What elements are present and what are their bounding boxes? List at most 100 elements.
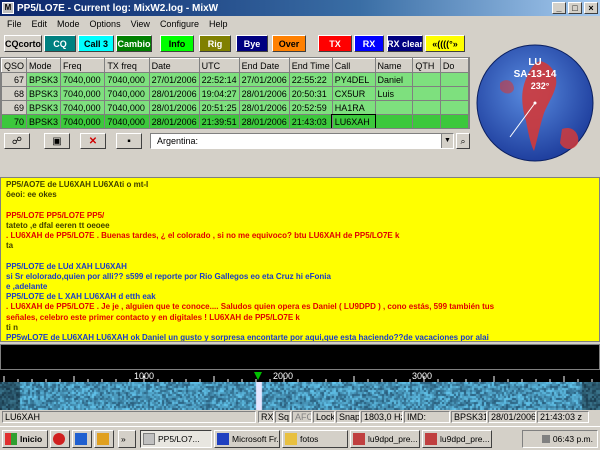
country-field[interactable]: Argentina: ▼ (150, 133, 454, 149)
table-cell[interactable]: 68 (1, 86, 28, 101)
table-cell[interactable] (439, 72, 469, 87)
menu-configure[interactable]: Configure (155, 19, 204, 29)
table-cell[interactable] (439, 100, 469, 115)
table-cell[interactable] (439, 114, 469, 128)
taskbar-clock[interactable]: 06:43 p.m. (553, 434, 593, 444)
taskbar-item-mixw[interactable]: PP5/LO7... (140, 430, 212, 448)
table-cell[interactable] (412, 72, 441, 87)
table-cell[interactable]: BPSK3 (26, 72, 62, 87)
table-cell[interactable]: 7040,000 (104, 86, 150, 101)
tx-button[interactable]: TX (318, 35, 352, 52)
table-cell[interactable]: 28/01/2006 (238, 114, 290, 128)
menu-options[interactable]: Options (85, 19, 126, 29)
table-cell[interactable]: 67 (1, 72, 28, 87)
table-cell[interactable] (439, 86, 469, 101)
table-cell[interactable] (412, 100, 441, 115)
column-header[interactable]: Name (374, 58, 414, 73)
disk-icon[interactable]: ▪ (116, 133, 142, 149)
close-button[interactable]: × (584, 2, 598, 14)
maximize-button[interactable]: □ (568, 2, 582, 14)
quicklaunch-outlook-icon[interactable] (94, 430, 114, 448)
macro-tune-button[interactable]: «((((°» (425, 35, 465, 52)
column-header[interactable]: Do (439, 58, 469, 73)
macro-call3-button[interactable]: Call 3 (78, 35, 114, 52)
table-cell[interactable]: 22:52:14 (198, 72, 240, 87)
table-cell[interactable]: 22:55:22 (288, 72, 333, 87)
table-cell[interactable]: 70 (1, 114, 28, 128)
quicklaunch-ie-icon[interactable] (50, 430, 70, 448)
table-cell[interactable] (412, 86, 441, 101)
table-cell[interactable]: 28/01/2006 (238, 86, 290, 101)
table-cell[interactable]: 7040,000 (60, 72, 106, 87)
delete-icon[interactable]: ✕ (80, 133, 106, 149)
lookup-icon[interactable]: ☍ (4, 133, 30, 149)
menu-edit[interactable]: Edit (27, 19, 53, 29)
status-snap[interactable]: Snap (336, 411, 360, 423)
status-rx[interactable]: RX (258, 411, 274, 423)
menu-help[interactable]: Help (204, 19, 233, 29)
taskbar-item-image1[interactable]: lu9dpd_pre... (350, 430, 420, 448)
speaker-icon[interactable] (541, 435, 550, 443)
receive-text-window[interactable]: PP5/AO7E de LU6XAH LU6XAti o mt-I ôeoi: e… (0, 177, 600, 342)
table-cell[interactable]: Daniel (374, 72, 414, 87)
start-button[interactable]: Inicio (2, 430, 48, 448)
quicklaunch-more-icon[interactable]: » (118, 430, 136, 448)
save-qso-icon[interactable]: ▣ (44, 133, 70, 149)
status-squelch[interactable]: Sq (275, 411, 291, 423)
table-cell[interactable] (374, 100, 414, 115)
waterfall-display[interactable] (0, 382, 600, 410)
table-cell[interactable]: LU6XAH (331, 113, 377, 128)
table-cell[interactable] (374, 114, 414, 128)
waterfall-canvas[interactable] (0, 382, 600, 410)
table-cell[interactable]: 28/01/2006 (148, 100, 200, 115)
table-cell[interactable]: PY4DEL (331, 72, 376, 87)
column-header[interactable]: Mode (26, 58, 62, 73)
table-cell[interactable]: 20:50:31 (288, 86, 333, 101)
table-cell[interactable]: 20:52:59 (288, 100, 333, 115)
status-afc[interactable]: AFC (292, 411, 312, 423)
table-cell[interactable]: 20:51:25 (198, 100, 240, 115)
table-cell[interactable]: 7040,000 (104, 114, 150, 128)
chevron-down-icon[interactable]: ▼ (441, 134, 453, 148)
table-cell[interactable]: 28/01/2006 (148, 86, 200, 101)
column-header[interactable]: End Date (238, 58, 290, 73)
minimize-button[interactable]: _ (552, 2, 566, 14)
table-cell[interactable]: 19:04:27 (198, 86, 240, 101)
column-header[interactable]: QTH (412, 58, 441, 73)
rx-clear-button[interactable]: RX clear (387, 35, 423, 52)
table-cell[interactable]: 7040,000 (104, 72, 150, 87)
table-row[interactable]: 68 BPSK3 7040,000 7040,000 28/01/2006 19:04:2… (1, 86, 469, 101)
table-row[interactable]: 67 BPSK3 7040,000 7040,000 27/01/2006 22:52:1… (1, 72, 469, 87)
table-cell[interactable]: 69 (1, 100, 28, 115)
table-cell[interactable]: 21:39:51 (198, 114, 240, 128)
table-cell[interactable]: Luis (374, 86, 414, 101)
macro-cq-button[interactable]: CQ (44, 35, 76, 52)
table-cell[interactable]: 28/01/2006 (148, 114, 200, 128)
column-header[interactable]: TX freq (104, 58, 150, 73)
table-cell[interactable]: 27/01/2006 (238, 72, 290, 87)
table-cell[interactable]: 7040,000 (60, 100, 106, 115)
menu-mode[interactable]: Mode (52, 19, 85, 29)
search-icon[interactable]: ⌕ (456, 133, 470, 149)
macro-cqcorto-button[interactable]: CQcorto (4, 35, 42, 52)
column-header[interactable]: End Time (288, 58, 333, 73)
column-header[interactable]: Date (148, 58, 200, 73)
status-lock[interactable]: Lock (313, 411, 335, 423)
table-cell[interactable]: CX5UR (331, 86, 376, 101)
macro-cambio-button[interactable]: Cambio (116, 35, 152, 52)
app-icon[interactable]: M (2, 2, 14, 14)
log-table[interactable]: QSO Mode Freq TX freq Date UTC End Date End Tim… (0, 57, 470, 129)
column-header[interactable]: UTC (198, 58, 240, 73)
table-cell[interactable]: BPSK3 (26, 114, 62, 128)
table-cell[interactable]: 7040,000 (60, 114, 106, 128)
macro-rig-button[interactable]: Rig (199, 35, 231, 52)
menu-view[interactable]: View (126, 19, 155, 29)
table-cell[interactable]: HA1RA (331, 100, 376, 115)
table-row[interactable]: 69 BPSK3 7040,000 7040,000 28/01/2006 20:51:2… (1, 100, 469, 115)
taskbar-item-image2[interactable]: lu9dpd_pre... (422, 430, 492, 448)
macro-bye-button[interactable]: Bye (236, 35, 268, 52)
table-cell[interactable]: BPSK3 (26, 100, 62, 115)
table-cell[interactable]: 27/01/2006 (148, 72, 200, 87)
table-cell[interactable]: BPSK3 (26, 86, 62, 101)
rx-button[interactable]: RX (354, 35, 384, 52)
